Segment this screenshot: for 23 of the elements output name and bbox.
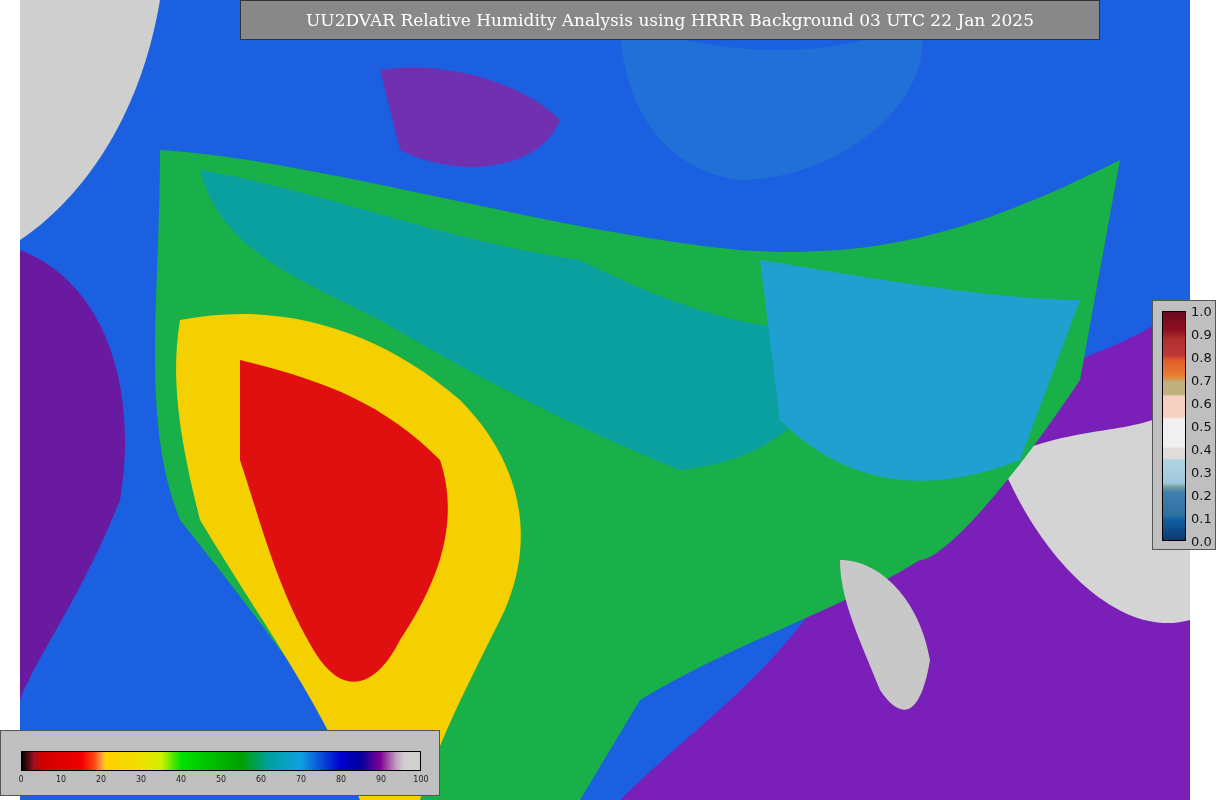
tick-label: 10	[55, 775, 67, 784]
tick-label: 0.6	[1191, 395, 1212, 411]
tick-label: 60	[255, 775, 267, 784]
tick-label: 0.2	[1191, 487, 1212, 503]
tick-label: 50	[215, 775, 227, 784]
tick-label: 0	[18, 775, 24, 784]
tick-label: 0.9	[1191, 326, 1212, 342]
tick-label: 80	[335, 775, 347, 784]
tick-label: 0.7	[1191, 372, 1212, 388]
tick-label: 20	[95, 775, 107, 784]
tick-label: 30	[135, 775, 147, 784]
tick-label: 0.3	[1191, 464, 1212, 480]
tick-label: 0.0	[1191, 533, 1212, 549]
tick-label: 40	[175, 775, 187, 784]
tick-label: 1.0	[1191, 303, 1212, 319]
tick-label: 100	[413, 775, 429, 784]
tick-label: 90	[375, 775, 387, 784]
tick-label: 70	[295, 775, 307, 784]
tick-label: 0.8	[1191, 349, 1212, 365]
map-title: UU2DVAR Relative Humidity Analysis using HRRR Background 03 UTC 22 Jan 2025	[240, 0, 1100, 40]
tick-label: 0.1	[1191, 510, 1212, 526]
tick-label: 0.5	[1191, 418, 1212, 434]
tick-label: 0.4	[1191, 441, 1212, 457]
